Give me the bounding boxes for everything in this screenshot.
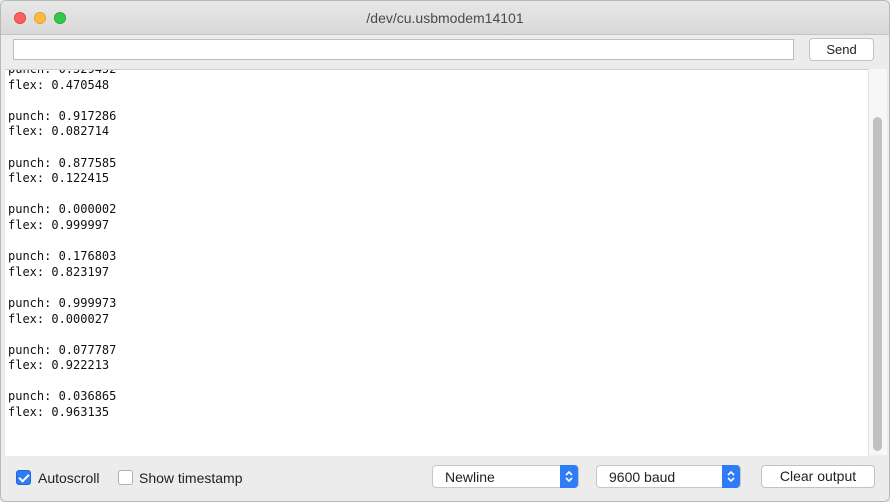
autoscroll-label[interactable]: Autoscroll (38, 470, 99, 486)
show-timestamp-label[interactable]: Show timestamp (139, 470, 242, 486)
baud-rate-select[interactable]: 9600 baud (596, 465, 741, 488)
line-ending-stepper-icon (560, 465, 578, 488)
baud-rate-stepper-icon (722, 465, 740, 488)
line-ending-value: Newline (445, 469, 495, 485)
scrollbar-thumb[interactable] (873, 117, 882, 451)
serial-output-text: punch: 0.529452 flex: 0.470548 punch: 0.… (8, 69, 117, 420)
line-ending-select[interactable]: Newline (432, 465, 579, 488)
window-title: /dev/cu.usbmodem14101 (366, 10, 524, 26)
send-button[interactable]: Send (809, 38, 874, 61)
output-scrollbar[interactable] (868, 69, 887, 455)
send-toolbar: Send (1, 35, 889, 69)
title-bar: /dev/cu.usbmodem14101 (1, 1, 889, 35)
serial-input-field[interactable] (13, 39, 794, 60)
serial-output-area[interactable]: punch: 0.529452 flex: 0.470548 punch: 0.… (5, 69, 868, 456)
show-timestamp-checkbox[interactable] (118, 470, 133, 485)
autoscroll-checkbox[interactable] (16, 470, 31, 485)
status-bar: Autoscroll Show timestamp Newline 9600 b… (1, 457, 889, 501)
clear-output-button[interactable]: Clear output (761, 465, 875, 488)
baud-rate-value: 9600 baud (609, 469, 676, 485)
serial-monitor-window: /dev/cu.usbmodem14101 Send punch: 0.5294… (0, 0, 890, 502)
